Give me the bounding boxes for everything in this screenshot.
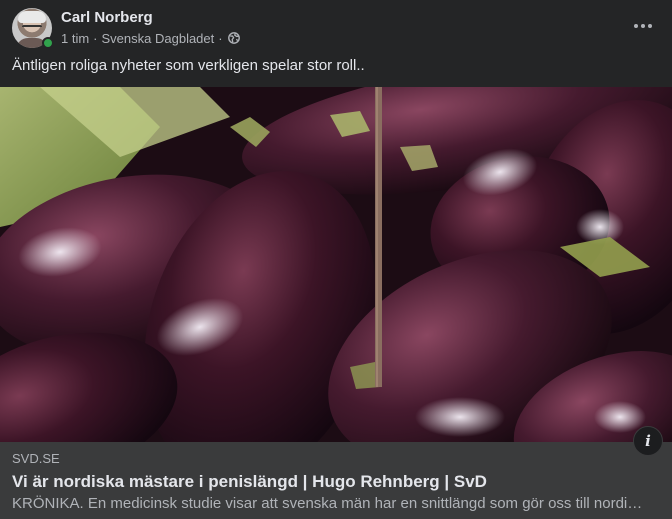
author-name[interactable]: Carl Norberg (61, 9, 153, 26)
info-icon: i (645, 431, 651, 450)
post-text: Äntligen roliga nyheter som verkligen sp… (12, 57, 365, 74)
avatar-hair (18, 11, 46, 23)
feed-post: Carl Norberg 1 tim · Svenska Dagbladet ·… (0, 0, 672, 519)
link-preview-footer[interactable]: SVD.SE Vi är nordiska mästare i penislän… (0, 442, 672, 519)
post-options-button[interactable] (627, 10, 659, 42)
post-header: Carl Norberg 1 tim · Svenska Dagbladet · (0, 0, 672, 56)
post-timestamp[interactable]: 1 tim (61, 31, 89, 46)
more-horizontal-icon (634, 24, 652, 28)
online-status-icon (42, 37, 54, 49)
avatar-glasses (22, 25, 42, 30)
link-domain: SVD.SE (12, 451, 60, 466)
post-meta: 1 tim · Svenska Dagbladet · (61, 30, 240, 46)
link-preview-image[interactable] (0, 87, 672, 442)
post-source[interactable]: Svenska Dagbladet (102, 31, 215, 46)
link-description: KRÖNIKA. En medicinsk studie visar att s… (12, 495, 644, 512)
link-title[interactable]: Vi är nordiska mästare i penislängd | Hu… (12, 472, 487, 492)
link-info-button[interactable]: i (633, 426, 663, 456)
meta-separator: · (218, 30, 223, 46)
globe-icon[interactable] (227, 32, 240, 44)
link-preview-card[interactable]: SVD.SE Vi är nordiska mästare i penislän… (0, 87, 672, 519)
meta-separator: · (93, 30, 98, 46)
